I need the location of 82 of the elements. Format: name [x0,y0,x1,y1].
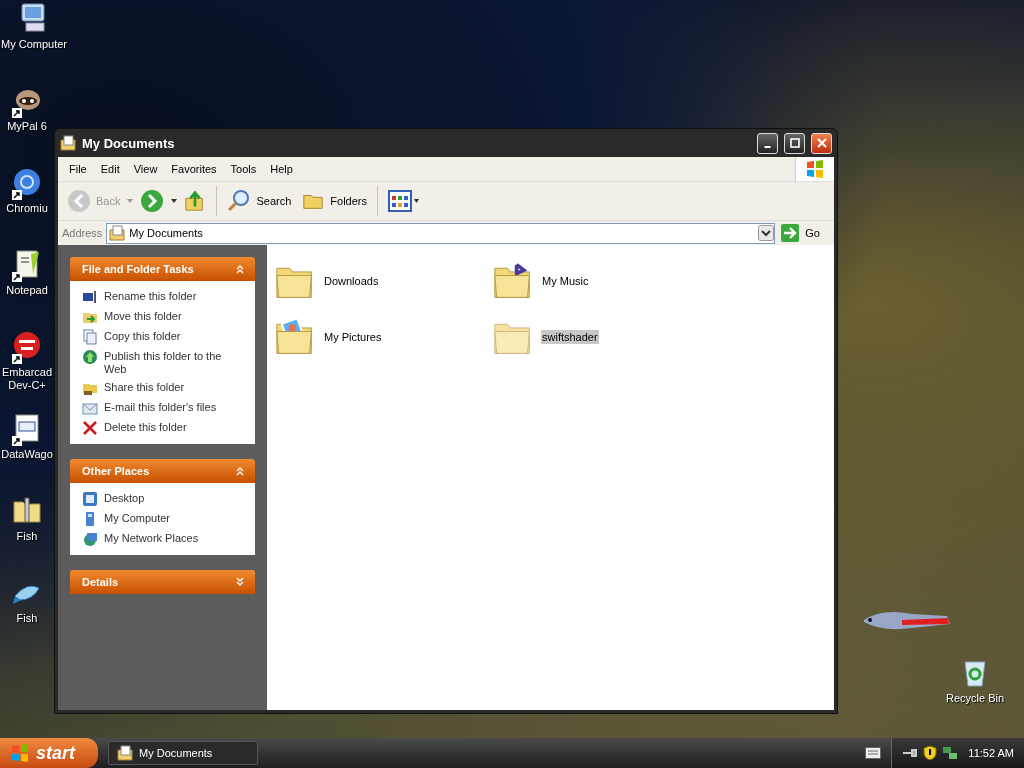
task-link[interactable]: Rename this folder [104,289,197,303]
browser-icon [11,166,43,198]
search-button[interactable]: Search [224,187,295,215]
task-link[interactable]: Publish this folder to the Web [104,349,245,376]
window-title: My Documents [82,135,175,151]
desktop-shortcut[interactable]: Chromiu [0,164,54,246]
music-folder-icon [493,261,533,301]
folder-name[interactable]: swiftshader [541,330,599,344]
network-icon[interactable] [942,745,959,761]
desktop-icon-label: Recycle Bin [945,692,1005,705]
shortcut-arrow-icon [12,354,22,364]
documents-folder-icon [60,135,76,151]
desktop-icon-label: MyPal 6 [7,120,47,133]
documents-folder-icon [109,225,126,241]
shortcut-arrow-icon [12,108,22,118]
desktop-shortcut[interactable]: Embarcad Dev-C+ [0,328,54,410]
clock: 11:52 AM [968,747,1014,759]
desktop-shortcut[interactable]: Notepad [0,246,54,328]
menu-item[interactable]: File [62,163,94,175]
shield-icon[interactable] [922,745,939,761]
address-field[interactable]: My Documents [106,222,776,244]
collapse-chevron-icon [235,466,245,476]
desktop-shortcut[interactable]: My Computer [0,0,69,82]
pictures-folder-icon [275,317,315,357]
task-link[interactable]: Move this folder [104,309,182,323]
globe-icon [82,349,98,365]
menu-item[interactable]: Edit [93,163,127,175]
desktop-icon-label: Embarcad Dev-C+ [1,366,53,392]
pages-icon [82,329,98,345]
desktop-icon-label: Fish [16,530,38,543]
desktop-shortcut[interactable]: Recycle Bin [944,656,1006,705]
dropdown-caret-icon[interactable] [171,199,178,203]
shortcut-arrow-icon [12,436,22,446]
maximize-button[interactable] [784,132,805,154]
desktop-shortcut[interactable]: MyPal 6 [0,82,54,164]
folder-name[interactable]: Downloads [323,274,380,288]
go-arrow-icon [781,224,800,242]
envelope-icon [82,400,98,416]
menu-item[interactable]: Help [263,163,300,175]
go-button[interactable]: Go [779,224,830,242]
folders-button[interactable]: Folders [298,188,370,214]
windows-flag-icon [10,743,30,763]
task-link[interactable]: Share this folder [104,380,185,394]
minimize-button[interactable] [757,132,778,154]
task-link[interactable]: Copy this folder [104,329,181,343]
shortcut-arrow-icon [12,190,22,200]
zip-folder-icon [11,494,43,526]
desktop-shortcut[interactable]: Fish [0,574,54,656]
close-button[interactable] [811,132,832,154]
keyboard-icon[interactable] [865,747,882,759]
desktop-icon-label: My Computer [1,38,68,51]
task-link[interactable]: My Computer [104,511,171,525]
menu-item[interactable]: Tools [223,163,264,175]
delete-icon [82,420,98,436]
collapse-chevron-icon [235,264,245,274]
monitor-icon [82,289,98,305]
folder-name[interactable]: My Music [541,274,590,288]
minimize-icon [764,146,771,148]
task-link[interactable]: Desktop [104,491,145,505]
task-link[interactable]: My Network Places [104,531,199,545]
desktop-shortcut[interactable]: DataWago [0,410,54,492]
desktop-icon-label: DataWago [1,448,53,461]
menu-item[interactable]: Favorites [164,163,224,175]
task-link[interactable]: E-mail this folder's files [104,400,217,414]
desktop-icon [82,491,98,507]
collapse-chevron-icon [235,577,245,587]
desktop-shortcut[interactable]: Fish [0,492,54,574]
desktop-icon-label: Fish [16,612,38,625]
shortcut-arrow-icon [12,272,22,282]
taskbar-window-button[interactable]: My Documents [108,741,258,765]
documents-folder-icon [117,745,133,761]
menu-item[interactable]: View [126,163,165,175]
address-label: Address [62,227,103,239]
view-grid-icon [388,190,420,212]
task-link[interactable]: Delete this folder [104,420,187,434]
desktop-icon-label: Notepad [6,284,48,297]
windows-flag-icon [805,159,825,179]
close-icon [816,138,827,148]
desktop-icon-label: Chromiu [6,202,48,215]
maximize-icon [789,138,800,148]
search-icon [227,189,252,213]
folder-name[interactable]: My Pictures [323,330,383,344]
